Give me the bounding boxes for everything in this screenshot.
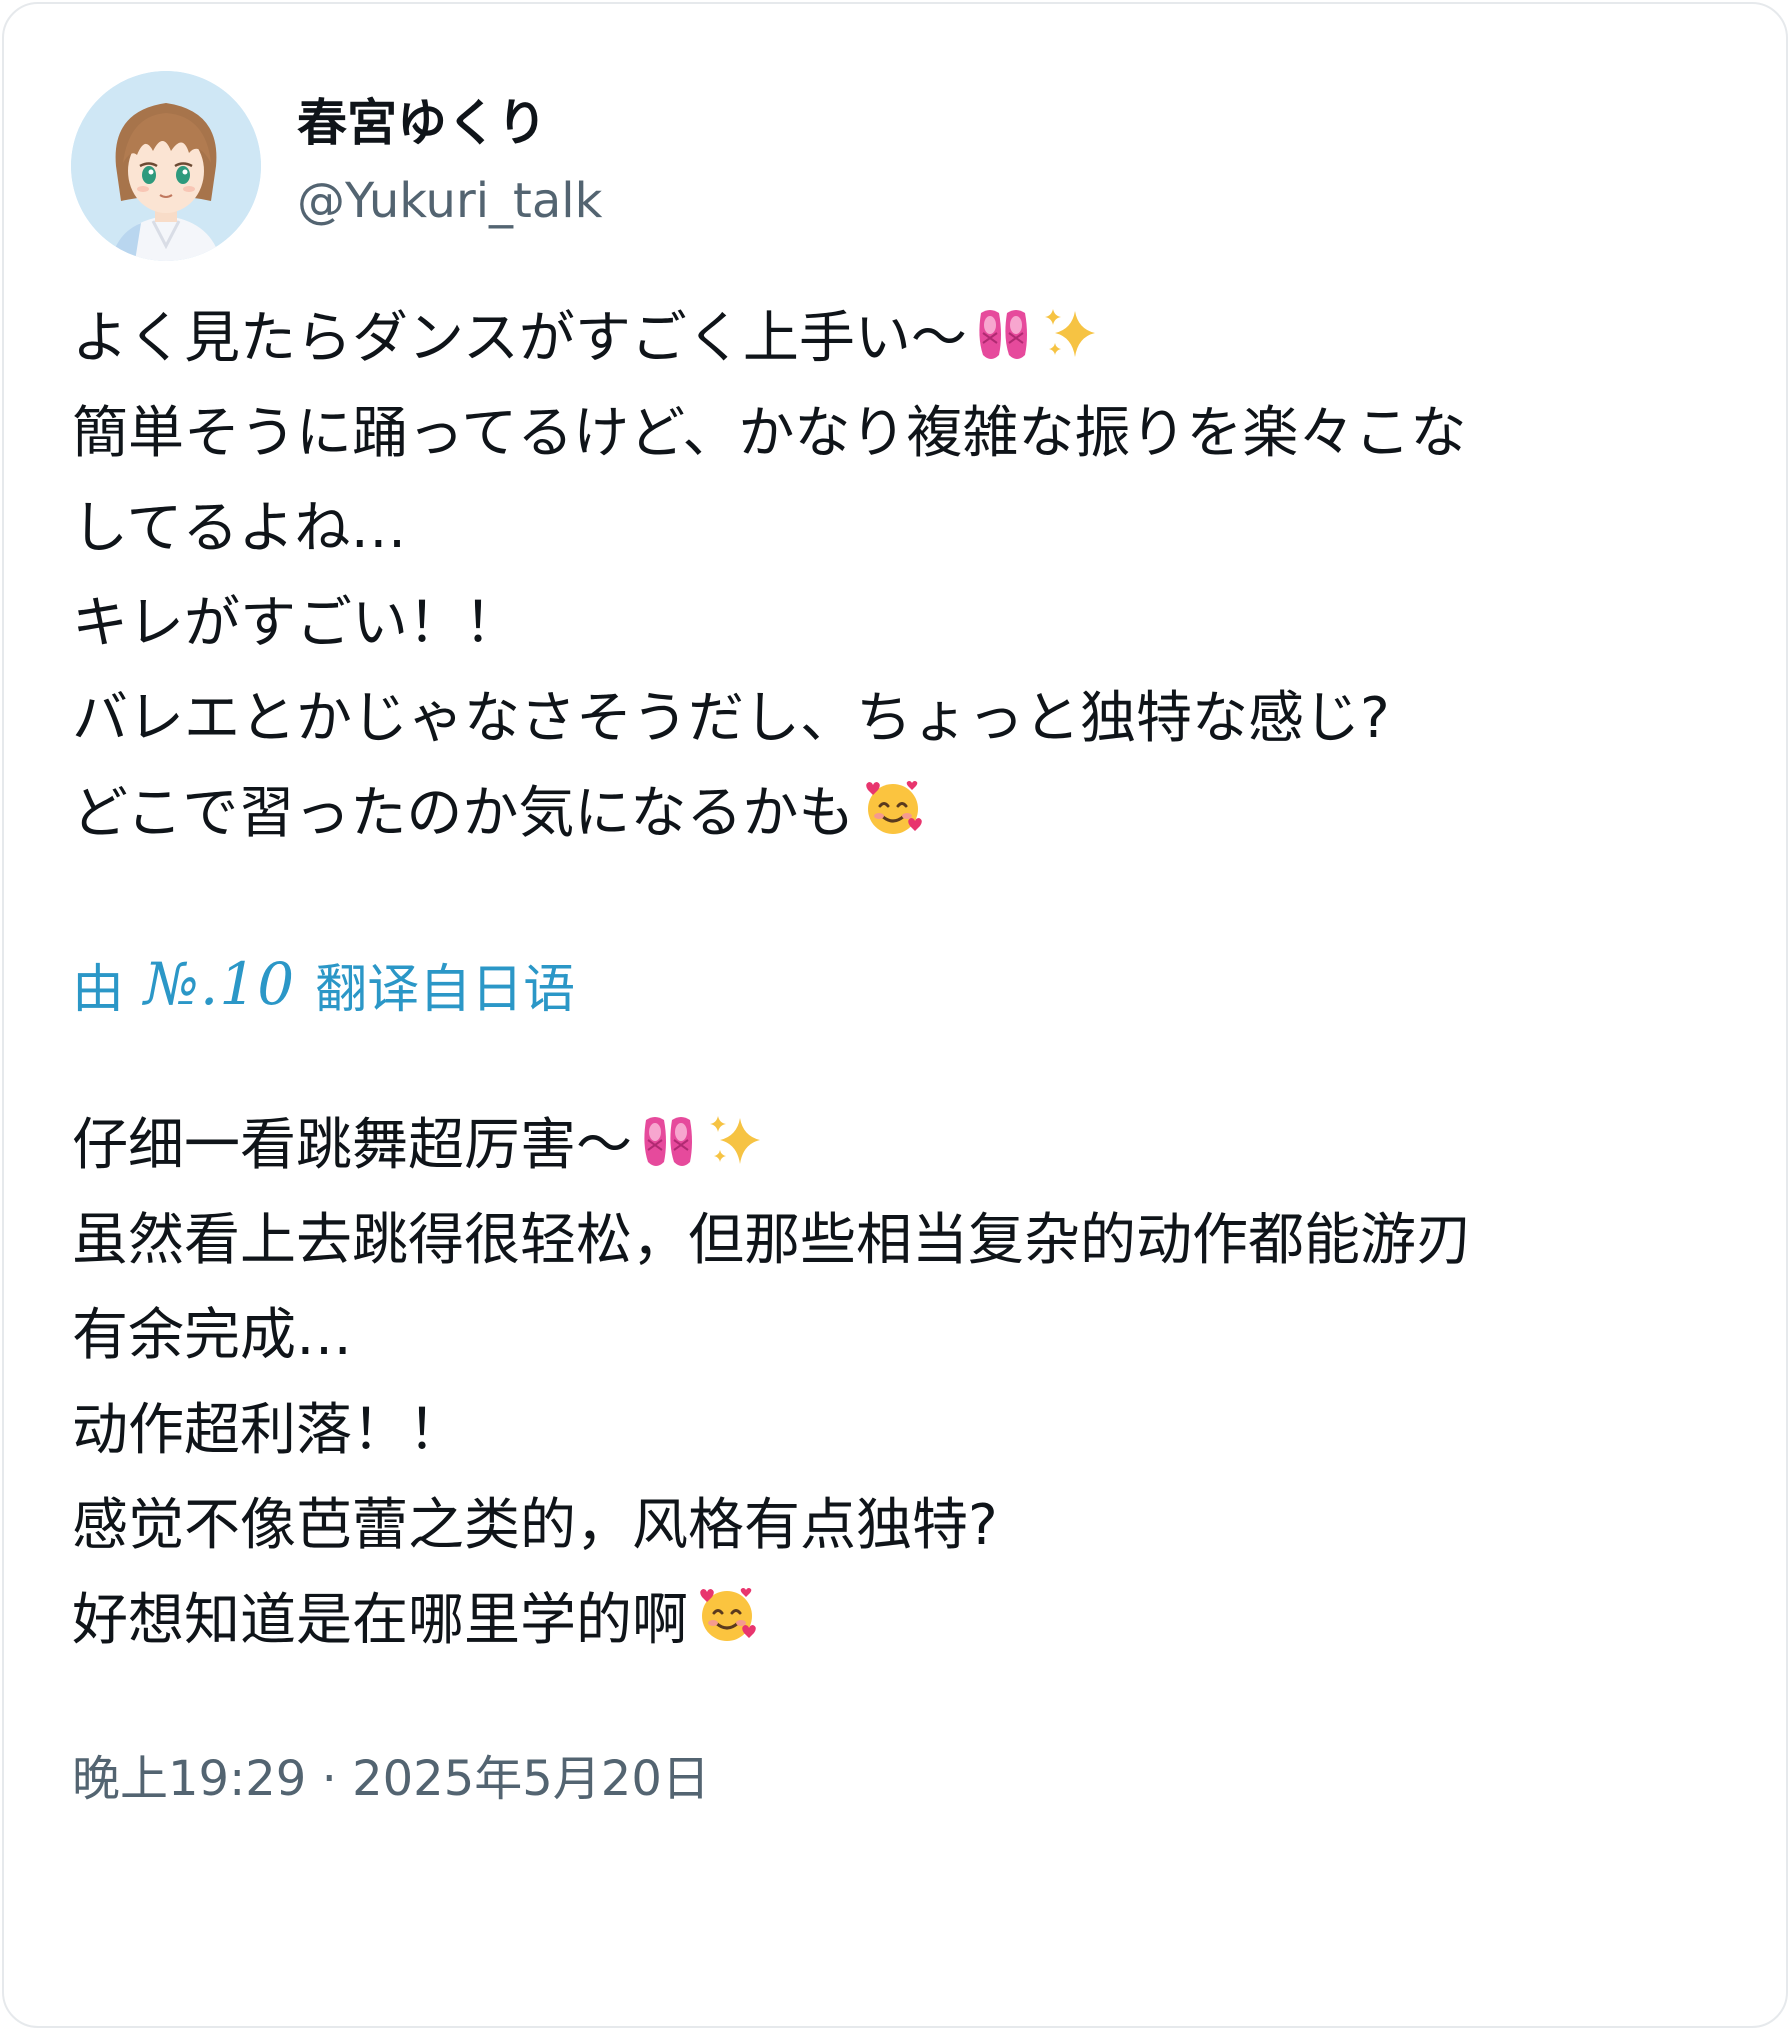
ballet-shoes-icon [638, 1106, 700, 1201]
sparkles-icon [1041, 299, 1103, 394]
text-line: 感觉不像芭蕾之类的，风格有点独特? [72, 1478, 1732, 1573]
text-line: 虽然看上去跳得很轻松，但那些相当复杂的动作都能游刃 [72, 1193, 1732, 1288]
sparkles-icon [706, 1106, 768, 1201]
smiling-face-with-hearts-icon [860, 774, 926, 869]
translation-suffix: 翻译自日语 [315, 959, 576, 1020]
text-line: どこで習ったのか気になるかも [72, 766, 1732, 861]
text-line-content: よく見たらダンスがすごく上手い〜 [72, 306, 967, 371]
display-name[interactable]: 春宮ゆくり [297, 88, 547, 158]
text-line: バレエとかじゃなさそうだし、ちょっと独特な感じ? [72, 671, 1732, 766]
timestamp[interactable]: 晚上19:29 · 2025年5月20日 [72, 1744, 710, 1814]
text-line: よく見たらダンスがすごく上手い〜 [72, 291, 1732, 386]
smiling-face-with-hearts-icon [694, 1581, 760, 1676]
translation-prefix: 由 [72, 959, 125, 1020]
text-line-content: どこで習ったのか気になるかも [72, 781, 855, 846]
text-line: 仔细一看跳舞超厉害～ [72, 1098, 1732, 1193]
text-line-content: 仔细一看跳舞超厉害～ [72, 1113, 632, 1178]
text-line-content: してるよね… [72, 496, 407, 561]
text-line: 有余完成… [72, 1288, 1732, 1383]
text-line: 动作超利落！！ [72, 1383, 1732, 1478]
text-line-content: 好想知道是在哪里学的啊 [72, 1588, 688, 1653]
text-line-content: 簡単そうに踊ってるけど、かなり複雑な振りを楽々こな [72, 401, 1467, 466]
text-line-content: 感觉不像芭蕾之类的，风格有点独特? [72, 1493, 998, 1558]
ballet-shoes-icon [973, 299, 1035, 394]
text-line-content: バレエとかじゃなさそうだし、ちょっと独特な感じ? [72, 686, 1390, 751]
avatar[interactable] [71, 71, 261, 261]
translator-brand-logo: №.10 [144, 950, 296, 1018]
text-line: キレがすごい！！ [72, 576, 1732, 671]
text-line-content: 有余完成… [72, 1303, 352, 1368]
user-handle[interactable]: @Yukuri_talk [297, 168, 602, 234]
text-line: 好想知道是在哪里学的啊 [72, 1573, 1732, 1668]
text-line-content: 虽然看上去跳得很轻松，但那些相当复杂的动作都能游刃 [72, 1208, 1472, 1273]
text-line-content: 动作超利落！！ [72, 1398, 464, 1463]
text-line-content: キレがすごい！！ [72, 591, 520, 656]
text-line: してるよね… [72, 481, 1732, 576]
tweet-text: よく見たらダンスがすごく上手い〜簡単そうに踊ってるけど、かなり複雑な振りを楽々こ… [72, 291, 1732, 861]
anime-avatar-icon [71, 71, 261, 261]
translated-text: 仔细一看跳舞超厉害～ 虽然看上去跳得很轻松，但那些相当复杂的动作都能游刃 有余完成…… [72, 1098, 1732, 1668]
tweet-card: 春宮ゆくり @Yukuri_talk よく見たらダンスがすごく上手い〜簡単そうに… [2, 2, 1788, 2028]
translation-attribution[interactable]: 由 №.10 翻译自日语 [72, 944, 575, 1024]
text-line: 簡単そうに踊ってるけど、かなり複雑な振りを楽々こな [72, 386, 1732, 481]
